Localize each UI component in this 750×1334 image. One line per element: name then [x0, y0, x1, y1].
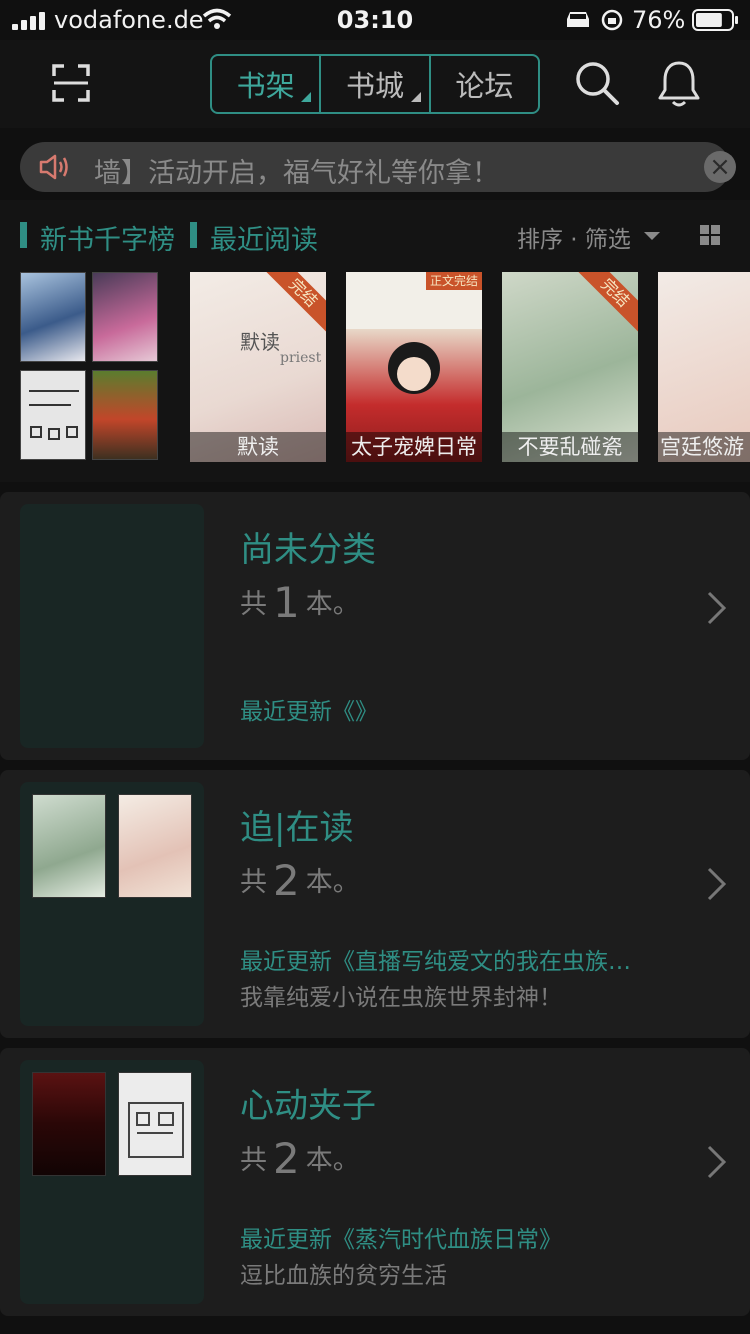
car-icon [567, 12, 589, 27]
book-title: 太子宠婢日常 [346, 432, 482, 462]
group-count: 共 1 本。 [240, 578, 360, 627]
announcement-text: 墙】活动开启，福气好礼等你拿！ [94, 158, 499, 189]
group-cover-area [20, 504, 204, 748]
group-card-reading[interactable]: 追|在读 共 2 本。 最近更新《直播写纯爱文的我在虫族… 我靠纯爱小说在虫族世界封… [0, 770, 750, 1038]
count-number: 1 [273, 578, 300, 627]
completed-badge: 完结 [263, 272, 326, 333]
chevron-right-icon [707, 591, 727, 625]
search-icon[interactable] [574, 60, 620, 106]
cover-title: 默读 [240, 330, 280, 354]
tab-label: 论坛 [455, 69, 514, 103]
speaker-icon [39, 154, 68, 180]
group-latest-update: 最近更新《蒸汽时代血族日常》 [240, 1227, 562, 1253]
group-card-favorites[interactable]: 心动夹子 共 2 本。 最近更新《蒸汽时代血族日常》 逗比血族的贫穷生活 [0, 1048, 750, 1316]
recent-reading-section: 新书千字榜 最近阅读 排序 · 筛选 完结 默读 priest 默读 正文完结 … [0, 200, 750, 482]
book-cover-thumbnail [118, 794, 192, 898]
book-cover-thumbnail [118, 1072, 192, 1176]
group-name: 尚未分类 [240, 530, 376, 570]
count-prefix: 共 [240, 867, 267, 898]
close-icon[interactable]: × [704, 151, 736, 183]
count-suffix: 本。 [305, 1145, 360, 1176]
group-count: 共 2 本。 [240, 1134, 360, 1183]
group-name: 心动夹子 [240, 1086, 376, 1126]
count-number: 2 [273, 1134, 300, 1183]
tab-forum[interactable]: 论坛 [428, 56, 538, 112]
group-latest-update: 最近更新《》 [240, 699, 378, 725]
battery-icon [692, 9, 738, 31]
group-latest-update: 最近更新《直播写纯爱文的我在虫族… [240, 949, 631, 975]
grid-view-icon[interactable] [700, 225, 720, 245]
tab-bookshelf[interactable]: 书架 [212, 56, 319, 112]
sort-filter-button[interactable]: 排序 · 筛选 [517, 220, 631, 254]
dropdown-corner-icon [410, 92, 421, 102]
book-title: 宫廷悠游 [658, 432, 750, 462]
tab-label: 书城 [345, 69, 404, 103]
chevron-right-icon [707, 1145, 727, 1179]
announcement-bar[interactable]: 墙】活动开启，福气好礼等你拿！ × [20, 142, 736, 192]
dropdown-corner-icon [301, 92, 312, 102]
count-suffix: 本。 [305, 867, 360, 898]
book-title: 不要乱碰瓷 [502, 432, 638, 462]
battery-percent: 76% [632, 6, 686, 34]
group-count: 共 2 本。 [240, 856, 360, 905]
book-cover-thumbnail [32, 794, 106, 898]
count-prefix: 共 [240, 589, 267, 620]
group-cover-area [20, 1060, 204, 1304]
book-cover-thumbnail[interactable] [92, 370, 158, 460]
count-number: 2 [273, 856, 300, 905]
tab-bookstore[interactable]: 书城 [319, 56, 428, 112]
book-cover-thumbnail[interactable] [92, 272, 158, 362]
group-latest-description: 逗比血族的贫穷生活 [240, 1263, 447, 1289]
book-cover-thumbnail[interactable] [20, 272, 86, 362]
cover-author: priest [280, 350, 322, 366]
group-name: 追|在读 [240, 808, 354, 848]
book-cover-moshu[interactable]: 完结 默读 priest 默读 [190, 272, 326, 462]
status-bar: vodafone.de 03:10 76% [0, 0, 750, 40]
top-nav-bar: 书架 书城 论坛 [0, 40, 750, 128]
chevron-right-icon [707, 867, 727, 901]
count-prefix: 共 [240, 1145, 267, 1176]
top-tabs: 书架 书城 论坛 [210, 54, 540, 114]
group-latest-description: 我靠纯爱小说在虫族世界封神！ [240, 985, 562, 1011]
chevron-down-icon [644, 232, 660, 240]
tab-new-book-ranking[interactable]: 新书千字榜 [20, 218, 175, 257]
book-cover-thumbnail[interactable] [20, 370, 86, 460]
completed-badge: 正文完结 [426, 272, 482, 290]
completed-badge: 完结 [575, 272, 638, 333]
scan-icon[interactable] [52, 64, 90, 102]
book-cover-gongting[interactable]: 宫廷悠游 [658, 272, 750, 462]
message-bell-icon[interactable] [656, 60, 702, 108]
group-cover-area [20, 782, 204, 1026]
tab-label: 书架 [236, 69, 295, 103]
book-cover-buyao[interactable]: 完结 不要乱碰瓷 [502, 272, 638, 462]
tab-recent-reading[interactable]: 最近阅读 [190, 218, 318, 257]
count-suffix: 本。 [305, 589, 360, 620]
book-cover-thumbnail [32, 1072, 106, 1176]
rotation-lock-icon [601, 9, 623, 31]
group-card-uncategorized[interactable]: 尚未分类 共 1 本。 最近更新《》 [0, 492, 750, 760]
book-title: 默读 [190, 432, 326, 462]
book-cover-taizi[interactable]: 正文完结 太子宠婢日常 [346, 272, 482, 462]
